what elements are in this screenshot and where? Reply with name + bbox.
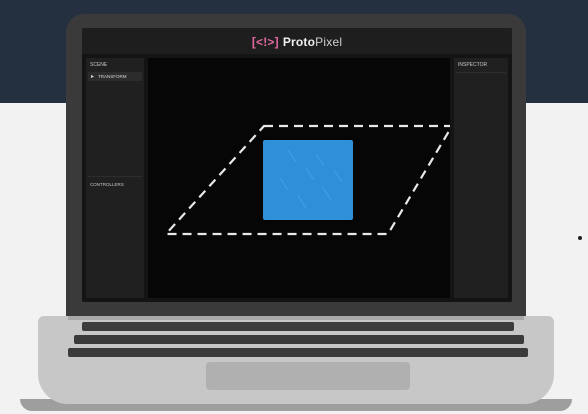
blue-square-object[interactable] — [263, 140, 353, 220]
keyboard-row — [74, 335, 524, 344]
scene-item-label: TRANSFORM — [98, 74, 127, 79]
laptop-keyboard-deck — [38, 316, 554, 404]
expand-arrow-icon: ▸ — [91, 74, 95, 80]
app-title-light: Pixel — [315, 35, 343, 49]
viewport-canvas[interactable] — [148, 58, 454, 298]
keyboard-row — [82, 322, 514, 331]
controllers-header: CONTROLLERS — [90, 182, 124, 187]
keyboard-row — [68, 348, 528, 357]
inspector-panel-header: INSPECTOR — [458, 62, 488, 68]
scene-panel: SCENE ▸ TRANSFORM CONTROLLERS — [86, 58, 144, 298]
scene-panel-header: SCENE — [90, 62, 108, 68]
scene-item-transform[interactable]: ▸ TRANSFORM — [88, 72, 142, 81]
app-titlebar: [<!>] ProtoPixel — [82, 28, 512, 54]
panel-divider — [88, 176, 142, 177]
decorative-dot — [578, 236, 582, 240]
laptop-hinge — [68, 316, 524, 320]
viewport-svg — [163, 124, 454, 236]
app-logo-icon: [<!>] — [251, 35, 279, 49]
inspector-panel: INSPECTOR — [454, 58, 508, 298]
app-title-bold: Proto — [282, 35, 316, 49]
panel-divider — [456, 72, 506, 73]
app-title: [<!>] ProtoPixel — [82, 35, 512, 49]
trackpad[interactable] — [206, 362, 410, 390]
laptop-screen: [<!>] ProtoPixel SCENE ▸ TRANSFORM CONTRO… — [82, 28, 512, 302]
